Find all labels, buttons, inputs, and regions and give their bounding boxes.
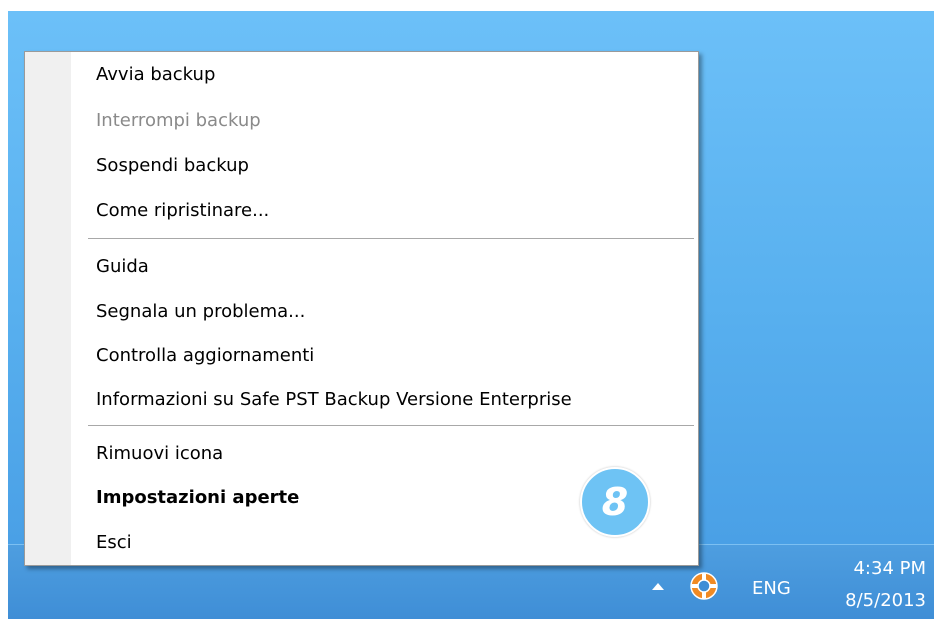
menu-item-avvia-backup[interactable]: Avvia backup bbox=[96, 58, 215, 92]
menu-item-esci[interactable]: Esci bbox=[96, 526, 132, 560]
tray-context-menu: Avvia backup Interrompi backup Sospendi … bbox=[24, 51, 699, 566]
lifebuoy-icon[interactable] bbox=[688, 570, 720, 602]
menu-separator bbox=[88, 238, 694, 240]
menu-item-impostazioni-aperte[interactable]: Impostazioni aperte bbox=[96, 481, 299, 515]
menu-item-interrompi-backup: Interrompi backup bbox=[96, 110, 261, 131]
menu-item-segnala-problema[interactable]: Segnala un problema... bbox=[96, 295, 305, 329]
step-number-badge: 8 bbox=[580, 467, 650, 537]
menu-item-sospendi-backup[interactable]: Sospendi backup bbox=[96, 149, 249, 183]
menu-item-guida[interactable]: Guida bbox=[96, 250, 149, 284]
menu-item-controlla-aggiornamenti[interactable]: Controlla aggiornamenti bbox=[96, 339, 314, 373]
clock-date[interactable]: 8/5/2013 bbox=[845, 590, 926, 611]
menu-item-come-ripristinare[interactable]: Come ripristinare... bbox=[96, 194, 269, 228]
menu-item-rimuovi-icona[interactable]: Rimuovi icona bbox=[96, 437, 223, 471]
menu-item-informazioni[interactable]: Informazioni su Safe PST Backup Versione… bbox=[96, 383, 572, 417]
screenshot-frame: ENG 4:34 PM 8/5/2013 Avvia backup Interr… bbox=[0, 0, 934, 619]
menu-separator bbox=[88, 425, 694, 427]
language-indicator[interactable]: ENG bbox=[752, 578, 791, 599]
chevron-up-icon[interactable] bbox=[652, 583, 664, 590]
menu-icon-gutter bbox=[25, 52, 71, 565]
clock-time[interactable]: 4:34 PM bbox=[853, 558, 926, 579]
